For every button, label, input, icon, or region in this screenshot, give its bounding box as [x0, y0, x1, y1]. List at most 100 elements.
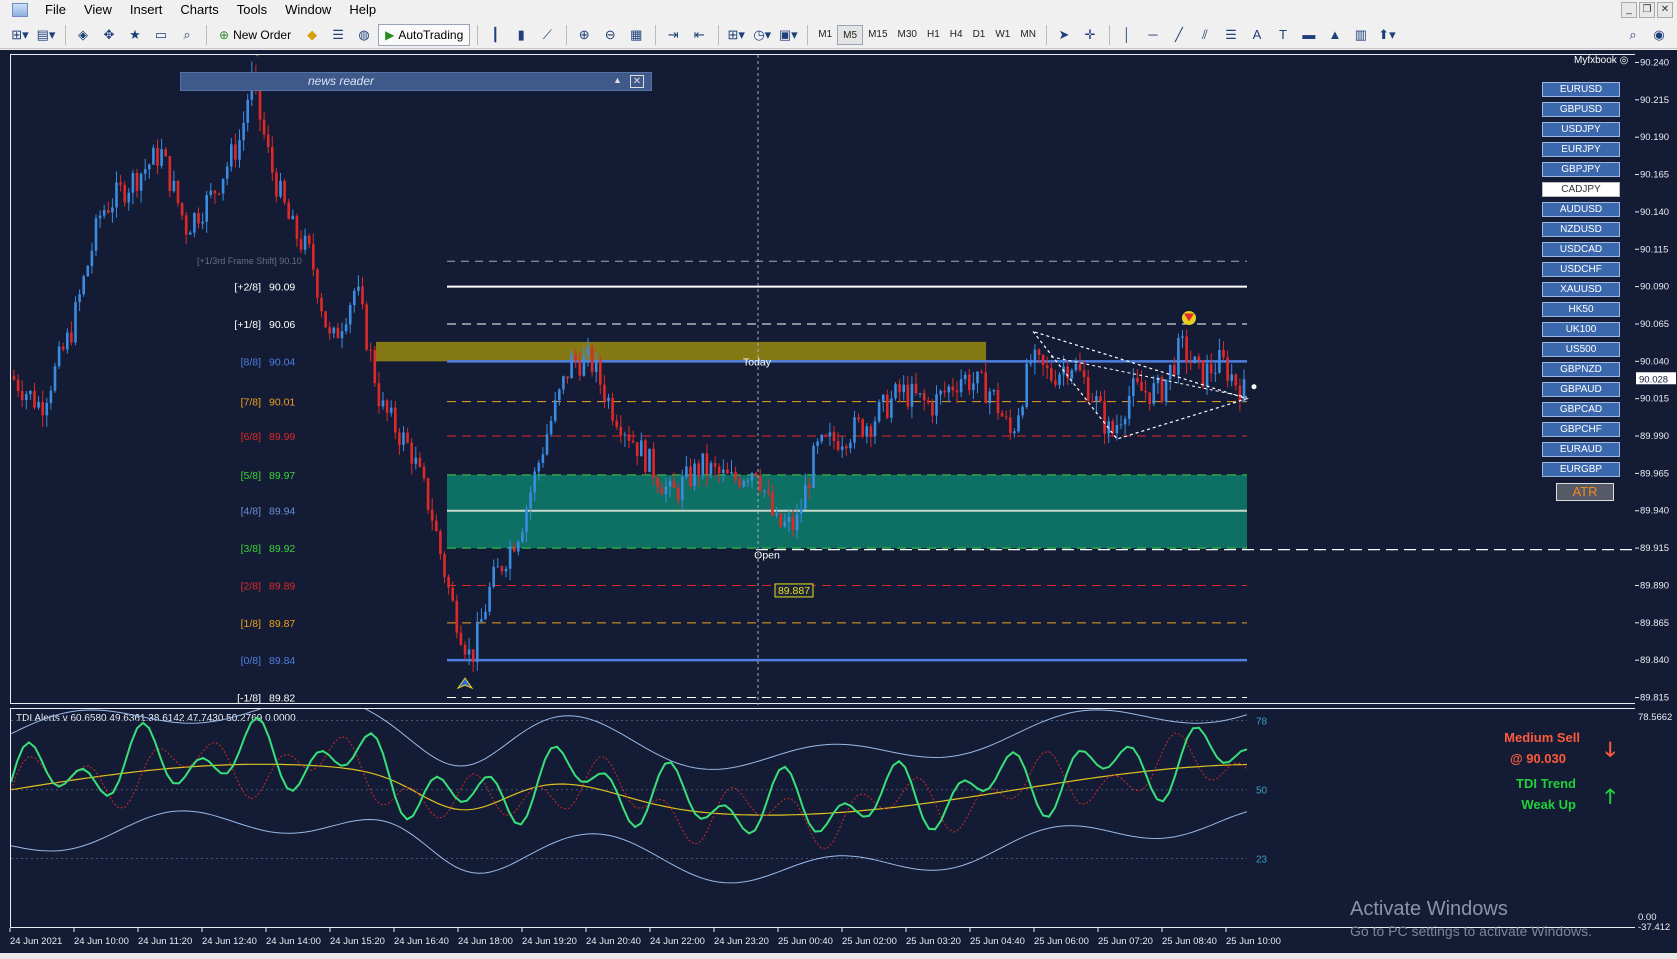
tile-windows-icon[interactable]: ▦ — [624, 24, 648, 46]
symbol-button-gbpjpy[interactable]: GBPJPY — [1542, 162, 1620, 177]
candle-body — [619, 426, 623, 436]
symbol-button-usdcad[interactable]: USDCAD — [1542, 242, 1620, 257]
symbol-button-uk100[interactable]: UK100 — [1542, 322, 1620, 337]
trendline-icon[interactable]: ╱ — [1167, 24, 1191, 46]
symbol-button-nzdusd[interactable]: NZDUSD — [1542, 222, 1620, 237]
menu-file[interactable]: File — [36, 0, 75, 20]
symbol-button-eurusd[interactable]: EURUSD — [1542, 82, 1620, 97]
menu-view[interactable]: View — [75, 0, 121, 20]
tf-mn[interactable]: MN — [1015, 25, 1041, 45]
symbol-button-gbpcad[interactable]: GBPCAD — [1542, 402, 1620, 417]
candle-body — [406, 432, 409, 443]
autotrading-button[interactable]: ▶ AutoTrading — [378, 23, 471, 46]
atr-button[interactable]: ATR — [1556, 483, 1614, 501]
auto-scroll-icon[interactable]: ⇥ — [661, 24, 685, 46]
menu-window[interactable]: Window — [276, 0, 340, 20]
symbol-button-gbpaud[interactable]: GBPAUD — [1542, 382, 1620, 397]
tf-d1[interactable]: D1 — [968, 25, 991, 45]
periods-icon[interactable]: ◷▾ — [750, 24, 774, 46]
tf-h4[interactable]: H4 — [945, 25, 968, 45]
arrows-icon[interactable]: ⬆▾ — [1375, 24, 1399, 46]
metaeditor-icon[interactable]: ◆ — [300, 24, 324, 46]
tester-icon[interactable]: ⌕ — [175, 24, 199, 46]
zoom-in-icon[interactable]: ⊕ — [572, 24, 596, 46]
fibonacci-icon[interactable]: ☰ — [1219, 24, 1243, 46]
app-icon[interactable] — [12, 3, 28, 17]
chart-window[interactable]: [+1/3rd Frame Shift] 90.10 [+2/8] 90.09 [+1… — [0, 49, 1677, 959]
tf-m1[interactable]: M1 — [813, 25, 837, 45]
signals-icon[interactable]: ☰ — [326, 24, 350, 46]
rectangle-icon[interactable]: ▬ — [1297, 24, 1321, 46]
tdi-indicator-chart[interactable]: TDI Alerts v 60.6580 49.6361 38.6142 47.… — [10, 696, 1636, 929]
symbol-button-gbpusd[interactable]: GBPUSD — [1542, 102, 1620, 117]
crosshair-icon[interactable]: ✛ — [1078, 24, 1102, 46]
horizontal-line-icon[interactable]: ─ — [1141, 24, 1165, 46]
search-icon[interactable]: ⌕ — [1621, 24, 1645, 46]
candle-body — [746, 480, 750, 482]
tf-h1[interactable]: H1 — [922, 25, 945, 45]
tf-w1[interactable]: W1 — [990, 25, 1015, 45]
symbol-button-audusd[interactable]: AUDUSD — [1542, 202, 1620, 217]
candle-body — [849, 442, 852, 449]
symbol-button-eurjpy[interactable]: EURJPY — [1542, 142, 1620, 157]
chart-shift-icon[interactable]: ⇤ — [687, 24, 711, 46]
tf-m30[interactable]: M30 — [893, 25, 922, 45]
bar-chart-icon[interactable]: ┃ — [483, 24, 507, 46]
restore-icon[interactable]: ❐ — [1639, 2, 1655, 18]
tf-m5[interactable]: M5 — [837, 24, 864, 45]
indicators-icon[interactable]: ⊞▾ — [724, 24, 748, 46]
symbol-button-gbpchf[interactable]: GBPCHF — [1542, 422, 1620, 437]
symbol-button-us500[interactable]: US500 — [1542, 342, 1620, 357]
market-watch-icon[interactable]: ◈ — [71, 24, 95, 46]
symbol-button-usdchf[interactable]: USDCHF — [1542, 262, 1620, 277]
candle-body — [1099, 396, 1102, 402]
minimize-icon[interactable]: _ — [1621, 2, 1637, 18]
myfxbook-label[interactable]: Myfxbook ◎ — [1574, 55, 1628, 66]
collapse-icon[interactable]: ▲ — [613, 75, 622, 85]
candlestick-icon[interactable]: ▮ — [509, 24, 533, 46]
navigator-icon[interactable]: ✥ — [97, 24, 121, 46]
new-order-button[interactable]: ⊕ New Order — [212, 24, 298, 46]
close-icon[interactable]: ✕ — [630, 75, 644, 88]
candle-body — [545, 434, 549, 455]
symbol-button-euraud[interactable]: EURAUD — [1542, 442, 1620, 457]
favorites-icon[interactable]: ★ — [123, 24, 147, 46]
close-icon[interactable]: ✕ — [1657, 2, 1673, 18]
text-label-icon[interactable]: T — [1271, 24, 1295, 46]
symbol-button-hk50[interactable]: HK50 — [1542, 302, 1620, 317]
tf-m15[interactable]: M15 — [863, 25, 892, 45]
candle-body — [1205, 363, 1209, 387]
text-icon[interactable]: A — [1245, 24, 1269, 46]
line-chart-icon[interactable]: ⟋ — [535, 24, 559, 46]
tdi-chart-svg[interactable]: TDI Alerts v 60.6580 49.6361 38.6142 47.… — [10, 696, 1636, 929]
menu-help[interactable]: Help — [340, 0, 385, 20]
time-tick-label: 25 Jun 03:20 — [906, 936, 961, 947]
channel-icon[interactable]: ⫽ — [1193, 24, 1217, 46]
cursor-icon[interactable]: ➤ — [1052, 24, 1076, 46]
chart-tabs-strip[interactable] — [0, 953, 1677, 959]
new-chart-icon[interactable]: ⊞▾ — [8, 24, 32, 46]
menu-insert[interactable]: Insert — [121, 0, 172, 20]
menu-charts[interactable]: Charts — [171, 0, 227, 20]
terminal-icon[interactable]: ▭ — [149, 24, 173, 46]
main-price-chart[interactable]: [+1/3rd Frame Shift] 90.10 [+2/8] 90.09 [+1… — [10, 49, 1636, 705]
zoom-out-icon[interactable]: ⊖ — [598, 24, 622, 46]
symbol-button-eurgbp[interactable]: EURGBP — [1542, 462, 1620, 477]
symbol-button-usdjpy[interactable]: USDJPY — [1542, 122, 1620, 137]
candle-body — [37, 401, 40, 408]
candle-body — [1070, 369, 1074, 379]
candle-body — [234, 144, 237, 160]
news-reader-panel[interactable]: news reader ▲ ✕ — [180, 72, 652, 91]
symbol-button-cadjpy[interactable]: CADJPY — [1542, 182, 1620, 197]
price-chart-svg[interactable]: [+1/3rd Frame Shift] 90.10 [+2/8] 90.09 [+1… — [11, 49, 1636, 705]
market-icon[interactable]: ◍ — [352, 24, 376, 46]
symbol-button-xauusd[interactable]: XAUUSD — [1542, 282, 1620, 297]
fibo-grid-icon[interactable]: ▥ — [1349, 24, 1373, 46]
triangle-icon[interactable]: ▲ — [1323, 24, 1347, 46]
menu-tools[interactable]: Tools — [228, 0, 276, 20]
symbol-button-gbpnzd[interactable]: GBPNZD — [1542, 362, 1620, 377]
vertical-line-icon[interactable]: │ — [1115, 24, 1139, 46]
community-icon[interactable]: ◉ — [1647, 24, 1671, 46]
profiles-icon[interactable]: ▤▾ — [34, 24, 58, 46]
templates-icon[interactable]: ▣▾ — [776, 24, 800, 46]
